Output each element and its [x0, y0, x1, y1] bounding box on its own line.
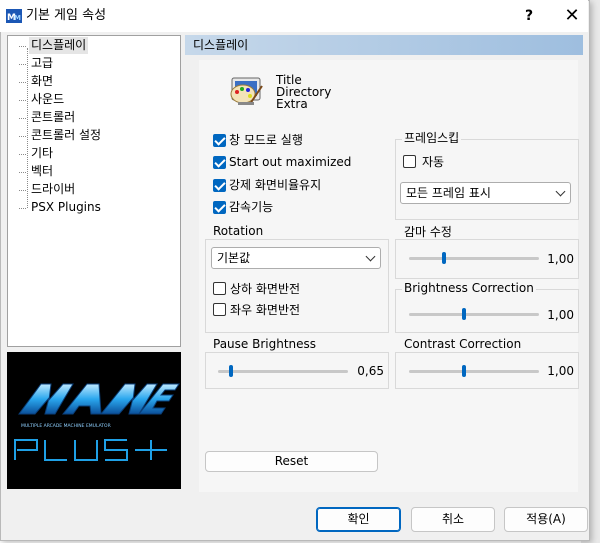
- tree-item-label: 콘트롤러: [31, 110, 76, 124]
- tree-item[interactable]: 디스플레이: [12, 37, 172, 55]
- tree-item[interactable]: 기타: [12, 145, 172, 163]
- tree-branch-line: [19, 190, 26, 191]
- ok-button[interactable]: 확인: [316, 507, 401, 532]
- tree-item[interactable]: 사운드: [12, 91, 172, 109]
- tree-branch-line: [19, 154, 26, 155]
- pause-brightness-slider-track[interactable]: [218, 370, 348, 373]
- gamma-value: 1,00: [547, 252, 574, 266]
- reset-button[interactable]: Reset: [205, 451, 378, 472]
- keep-aspect-ratio-row[interactable]: 강제 화면비율유지: [213, 178, 383, 194]
- chevron-down-icon: [365, 251, 376, 262]
- rotation-title: Rotation: [211, 224, 266, 238]
- brightness-correction-title: Brightness Correction: [402, 281, 536, 295]
- throttle-label: 감속기능: [229, 200, 274, 214]
- tree-branch-line: [19, 208, 26, 209]
- rotation-select[interactable]: 기본값: [211, 247, 381, 269]
- tree-branch-line: [19, 64, 26, 65]
- panel-header: 디스플레이: [185, 35, 583, 55]
- tree-item[interactable]: 고급: [12, 55, 172, 73]
- frameskip-select-value: 모든 프레임 표시: [406, 186, 491, 200]
- close-button[interactable]: ✕: [561, 6, 583, 26]
- tree-item[interactable]: 콘트롤러: [12, 109, 172, 127]
- gamma-slider-thumb[interactable]: [442, 252, 446, 264]
- tree-branch-line: [19, 118, 26, 119]
- tree-branch-line: [19, 172, 26, 173]
- pause-brightness-value: 0,65: [357, 364, 384, 378]
- panel-header-title: 디스플레이: [193, 38, 249, 52]
- mame-app-icon: M M: [6, 8, 22, 24]
- contrast-correction-title: Contrast Correction: [402, 337, 524, 351]
- cancel-button[interactable]: 취소: [411, 507, 495, 532]
- tree-item-label: 기타: [31, 146, 54, 160]
- tree-item[interactable]: 벡터: [12, 163, 172, 181]
- flip-vertical-label: 상하 화면반전: [230, 282, 301, 296]
- contrast-correction-slider-thumb[interactable]: [462, 365, 466, 377]
- tree-item-label: 고급: [31, 56, 54, 70]
- svg-text:M: M: [14, 14, 21, 22]
- windowed-mode-label: 창 모드로 실행: [229, 133, 303, 147]
- tree-branch-line: [19, 136, 26, 137]
- contrast-correction-value: 1,00: [547, 364, 574, 378]
- brightness-correction-slider-track[interactable]: [409, 313, 539, 316]
- brightness-correction-slider-thumb[interactable]: [462, 308, 466, 320]
- tree-branch-line: [19, 46, 26, 47]
- tree-item-label: 벡터: [31, 164, 54, 178]
- windowed-mode-checkbox[interactable]: [213, 134, 226, 147]
- apply-button[interactable]: 적용(A): [504, 507, 588, 532]
- keep-aspect-ratio-label: 강제 화면비율유지: [229, 178, 322, 192]
- logo-tagline: MULTIPLE ARCADE MACHINE EMULATOR: [21, 423, 111, 429]
- frameskip-select[interactable]: 모든 프레임 표시: [400, 182, 571, 204]
- tree-item-label: 디스플레이: [29, 37, 89, 54]
- start-maximized-row[interactable]: Start out maximized: [213, 155, 383, 171]
- start-maximized-label: Start out maximized: [229, 155, 352, 169]
- tree-item-label: 사운드: [31, 92, 65, 106]
- pause-brightness-slider-thumb[interactable]: [229, 365, 233, 377]
- tree-item[interactable]: 드라이버: [12, 181, 172, 199]
- flip-vertical-row[interactable]: 상하 화면반전: [213, 282, 363, 298]
- pause-brightness-title: Pause Brightness: [211, 337, 319, 351]
- tree-item[interactable]: PSX Plugins: [12, 199, 172, 217]
- gamma-title: 감마 수정: [402, 225, 454, 239]
- throttle-row[interactable]: 감속기능: [213, 200, 383, 216]
- flip-vertical-checkbox[interactable]: [213, 282, 226, 295]
- tree-branch-line: [19, 82, 26, 83]
- frameskip-auto-checkbox[interactable]: [403, 155, 416, 168]
- display-palette-icon: [226, 72, 266, 112]
- flip-horizontal-label: 좌우 화면반전: [230, 303, 301, 317]
- keep-aspect-ratio-checkbox[interactable]: [213, 179, 226, 192]
- tree-item-label: 화면: [31, 74, 54, 88]
- tree-item-label: 드라이버: [31, 182, 76, 196]
- start-maximized-checkbox[interactable]: [213, 156, 226, 169]
- help-button[interactable]: ?: [518, 6, 540, 26]
- tree-item[interactable]: 화면: [12, 73, 172, 91]
- gamma-slider-track[interactable]: [409, 257, 539, 260]
- windowed-mode-row[interactable]: 창 모드로 실행: [213, 133, 383, 149]
- frameskip-auto-row[interactable]: 자동: [403, 155, 503, 171]
- frameskip-title: 프레임스킵: [402, 131, 462, 145]
- frameskip-auto-label: 자동: [422, 155, 445, 169]
- mame-plus-logo: MULTIPLE ARCADE MACHINE EMULATOR: [7, 352, 181, 489]
- brightness-correction-value: 1,00: [547, 308, 574, 322]
- tree-branch-line: [19, 100, 26, 101]
- contrast-correction-slider-track[interactable]: [409, 370, 539, 373]
- frameskip-group: [395, 139, 579, 220]
- window-title: 기본 게임 속성: [26, 8, 107, 23]
- tree-item-label: PSX Plugins: [31, 200, 101, 214]
- throttle-checkbox[interactable]: [213, 201, 226, 214]
- tree-item[interactable]: 콘트롤러 설정: [12, 127, 172, 145]
- tree-item-label: 콘트롤러 설정: [31, 128, 102, 142]
- flip-horizontal-row[interactable]: 좌우 화면반전: [213, 303, 363, 319]
- flip-horizontal-checkbox[interactable]: [213, 303, 226, 316]
- rotation-select-value: 기본값: [217, 251, 251, 265]
- chevron-down-icon: [555, 186, 566, 197]
- info-extra: Extra: [276, 97, 308, 111]
